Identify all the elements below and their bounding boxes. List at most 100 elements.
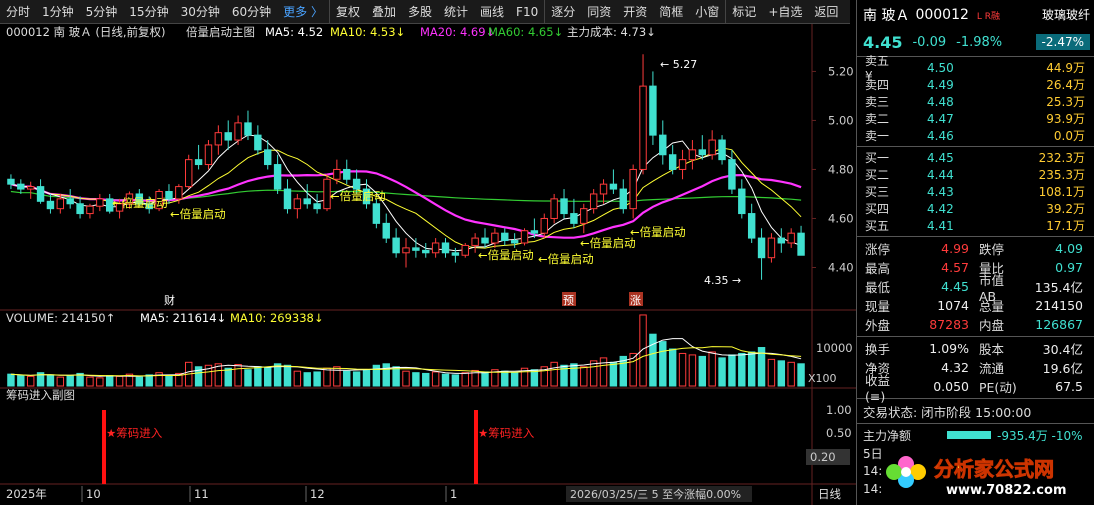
asks-level[interactable]: 卖二 4.47 93.9万 [857,110,1094,127]
volume-bar [708,351,716,387]
volume-bar [688,354,697,387]
bids-level[interactable]: 买一 4.45 232.3万 [857,149,1094,166]
bids-level[interactable]: 买五 4.41 17.1万 [857,217,1094,234]
volume-bar [530,369,539,387]
volume-bar [718,357,726,387]
volume-bar [678,352,687,387]
toolbar-button[interactable]: 复权 [330,0,366,24]
candle-body [777,237,786,244]
candle-body [86,205,94,215]
high-annotation: ← 5.27 [660,58,697,71]
stats-table: 涨停 4.99 跌停 4.09 最高 4.57 量比 0.97 最低 4.45 市值AB 135.4亿… [857,239,1094,334]
candle-body [718,139,726,161]
candle-body [530,230,539,234]
volume-bar [343,370,351,387]
volume-bar [797,363,805,387]
volume-bar [46,374,55,387]
asks-level[interactable]: 卖五 ¥4.50 44.9万 [857,54,1094,83]
toolbar-button[interactable]: 画线 [474,0,510,24]
candle-body [580,208,588,224]
cost-label: 主力成本: 4.73↓ [567,25,656,39]
toolbar-button[interactable]: 统计 [438,0,474,24]
candle-body [244,122,252,136]
level-price: 4.47 [927,111,954,126]
candle-body [688,149,697,161]
toolbar-button[interactable]: 更多 〉 [277,0,329,24]
stock-name: 南 玻Ａ [863,8,910,24]
signal-label: ←倍量启动 [538,252,594,266]
volume-bar [777,360,786,387]
toolbar-button[interactable]: 同资 [581,0,617,24]
candle-body [520,230,529,244]
candle-body [599,183,608,195]
toolbar-button[interactable]: 标记 [726,0,762,24]
sector-change: -2.47% [1035,34,1090,50]
toolbar-button[interactable]: 逐分 [545,0,581,24]
tick-time: 14: [863,464,883,478]
candle-body [629,168,637,210]
toolbar-button[interactable]: 简框 [653,0,689,24]
stat-value: 30.4亿 [1042,342,1083,357]
bids-level[interactable]: 买二 4.44 235.3万 [857,166,1094,183]
flow-5d-label: 5日 [863,446,883,461]
volume-bar [461,372,469,387]
chip-signal-label: ★筹码进入 [106,426,163,440]
candle-body [639,85,647,170]
signal-label: ←倍量启动 [170,207,226,221]
level-volume: 44.9万 [1046,61,1085,75]
asks-level[interactable]: 卖四 4.49 26.4万 [857,76,1094,93]
toolbar-button[interactable]: 5分钟 [80,0,124,24]
divider [857,336,1094,337]
sector-name[interactable]: 玻璃玻纤 [1042,6,1090,23]
stat-label: 内盘 [979,318,1005,333]
asks-level[interactable]: 卖三 4.48 25.3万 [857,93,1094,110]
toolbar-button[interactable]: 30分钟 [175,0,226,24]
month-label: 11 [194,487,209,501]
stat-value: 1074 [937,298,969,313]
candle-body [451,252,460,256]
toolbar-button[interactable]: 多股 [402,0,438,24]
month-label: 10 [86,487,101,501]
bids-level[interactable]: 买四 4.42 39.2万 [857,200,1094,217]
bids-level[interactable]: 买三 4.43 108.1万 [857,183,1094,200]
candle-body [431,242,440,254]
level-volume: 25.3万 [1046,95,1085,109]
volume-bar [303,372,311,387]
level-volume: 17.1万 [1046,219,1085,233]
candle-body [589,193,598,210]
toolbar-button[interactable]: 分时 [0,0,36,24]
date-info: 2026/03/25/三 5 至今涨幅0.00% [570,487,741,501]
level-price: 4.43 [927,184,954,199]
level-volume: 235.3万 [1038,168,1085,182]
stat-value: 4.99 [941,241,969,256]
volume-bar [649,333,657,387]
level-label: 卖四 [865,78,890,92]
toolbar-button[interactable]: 开资 [617,0,653,24]
candle-body [254,134,262,151]
toolbar-button[interactable]: 叠加 [366,0,402,24]
volume-bar [599,357,608,387]
toolbar-button[interactable]: F10 [510,0,544,24]
stat-label: 最低 [865,280,891,295]
volume-bar [550,361,558,387]
stat-label: 换手 [865,342,891,357]
volume-bar [787,361,795,387]
volume-bar [293,370,302,387]
signal-label: ←倍量启动 [330,189,386,203]
level-label: 买一 [865,151,890,165]
kline-chart[interactable]: 000012 南 玻Ａ (日线,前复权) 倍量启动主图 MA5: 4.52 MA10:… [0,24,856,505]
stat-row: 涨停 4.99 跌停 4.09 [857,239,1094,258]
toolbar-button[interactable]: 小窗 [689,0,725,24]
stats-table-2: 换手 1.09% 股本 30.4亿 净资 4.32 流通 19.6亿 收益(≡) 0.050 PE(… [857,339,1094,404]
volume-bar [510,372,519,387]
toolbar-button[interactable]: 60分钟 [226,0,277,24]
volume-bar [66,375,74,387]
asks-level[interactable]: 卖一 4.46 0.0万 [857,127,1094,144]
stat-label: PE(动) [979,380,1017,395]
toolbar-button[interactable]: +自选 [762,0,808,24]
toolbar-button[interactable]: 返回 [808,0,844,24]
toolbar-button[interactable]: 1分钟 [36,0,80,24]
toolbar-button[interactable]: 15分钟 [123,0,174,24]
candle-body [382,222,390,239]
signal-label: ←倍量启动 [580,236,636,250]
